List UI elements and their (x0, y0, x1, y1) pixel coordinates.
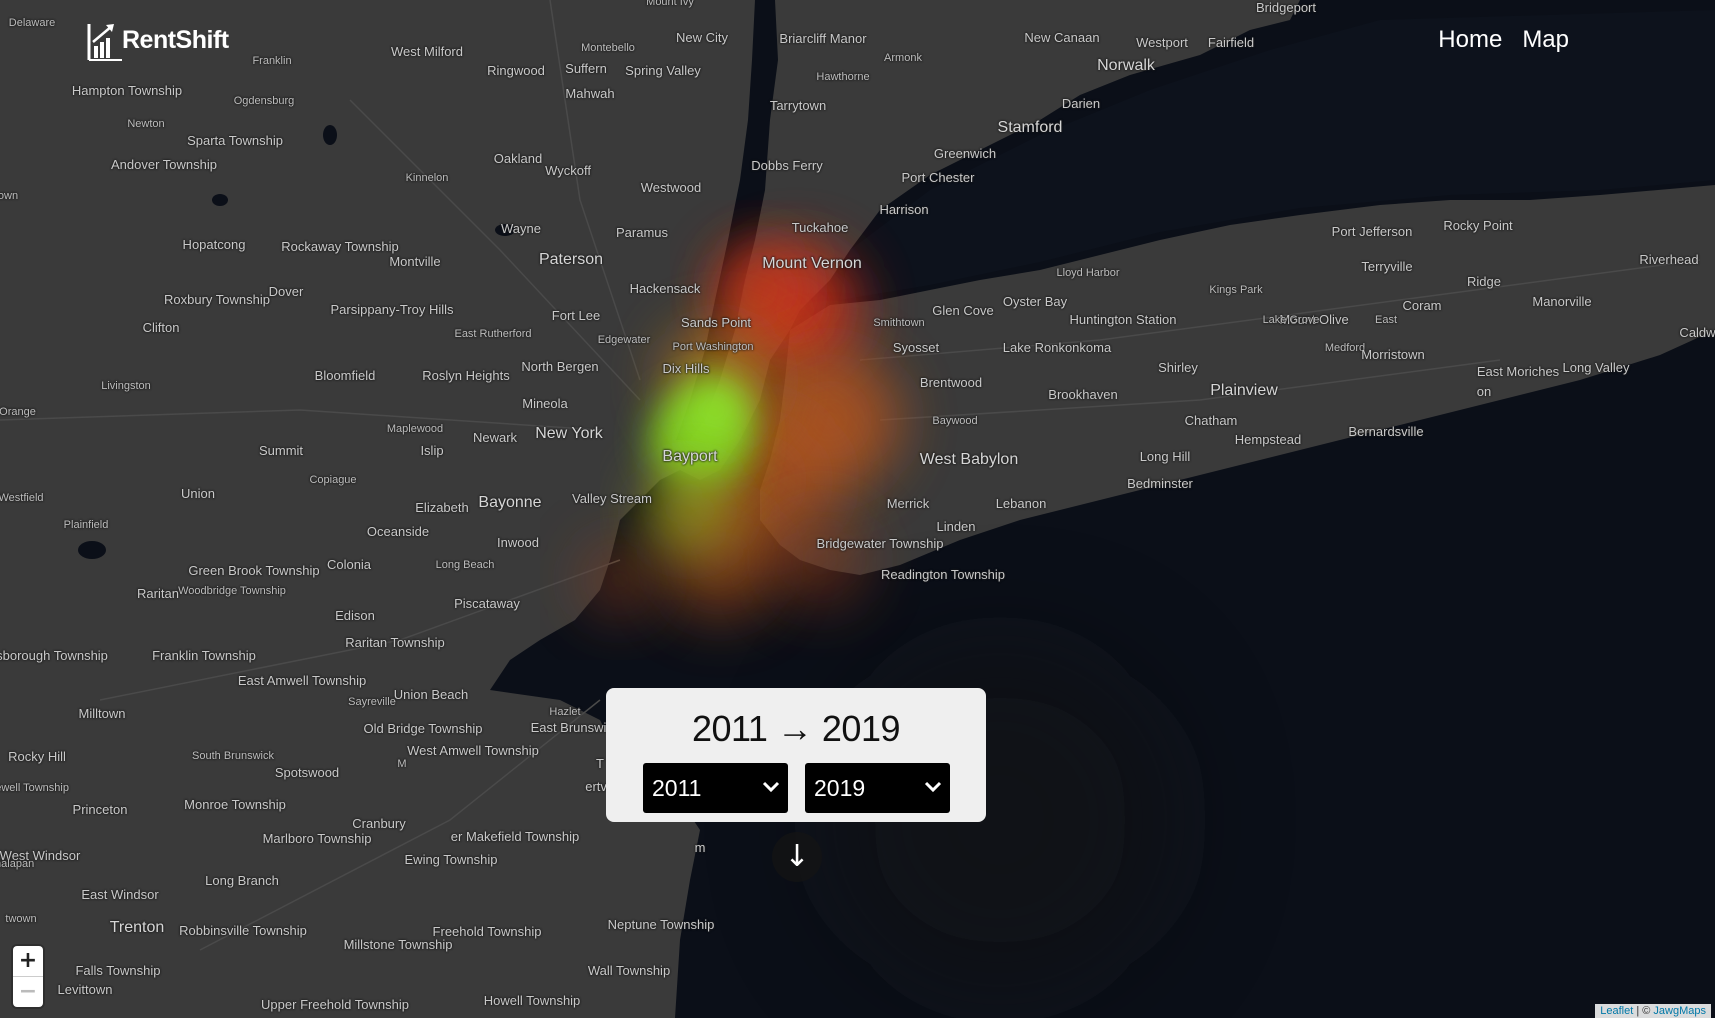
attribution-separator: | © (1633, 1005, 1654, 1017)
map-base-layer (0, 0, 1715, 1018)
map-canvas[interactable]: Delaware Franklin West Milford Montebello Ne… (0, 0, 1715, 1018)
zoom-out-button[interactable]: − (13, 976, 43, 1007)
chevron-down-icon (762, 781, 780, 793)
scroll-down-button[interactable]: ↓ (772, 832, 822, 882)
top-nav: Home Map (1438, 26, 1569, 54)
end-year-select[interactable]: 2019 (805, 763, 950, 813)
chevron-down-icon (924, 781, 942, 793)
lake (495, 224, 515, 236)
year-range-panel: 2011 → 2019 2011 2019 (606, 688, 986, 822)
map-attribution: Leaflet | © JawgMaps (1595, 1004, 1711, 1018)
lake (323, 125, 337, 145)
lake (212, 194, 228, 206)
year-range-title: 2011 → 2019 (691, 708, 901, 749)
lake (78, 541, 106, 559)
start-year-value: 2011 (652, 775, 702, 801)
leaflet-link[interactable]: Leaflet (1600, 1005, 1633, 1017)
start-year-select[interactable]: 2011 (643, 763, 788, 813)
brand-name: RentShift (122, 25, 229, 54)
brand-logo[interactable]: RentShift (86, 22, 235, 62)
jawgmaps-link[interactable]: JawgMaps (1653, 1005, 1706, 1017)
zoom-in-button[interactable]: + (13, 946, 43, 976)
end-year-value: 2019 (814, 775, 866, 801)
nav-home-link[interactable]: Home (1438, 26, 1502, 54)
chart-logo-icon (87, 24, 122, 61)
zoom-control: + − (13, 946, 43, 1007)
nav-map-link[interactable]: Map (1522, 26, 1569, 54)
